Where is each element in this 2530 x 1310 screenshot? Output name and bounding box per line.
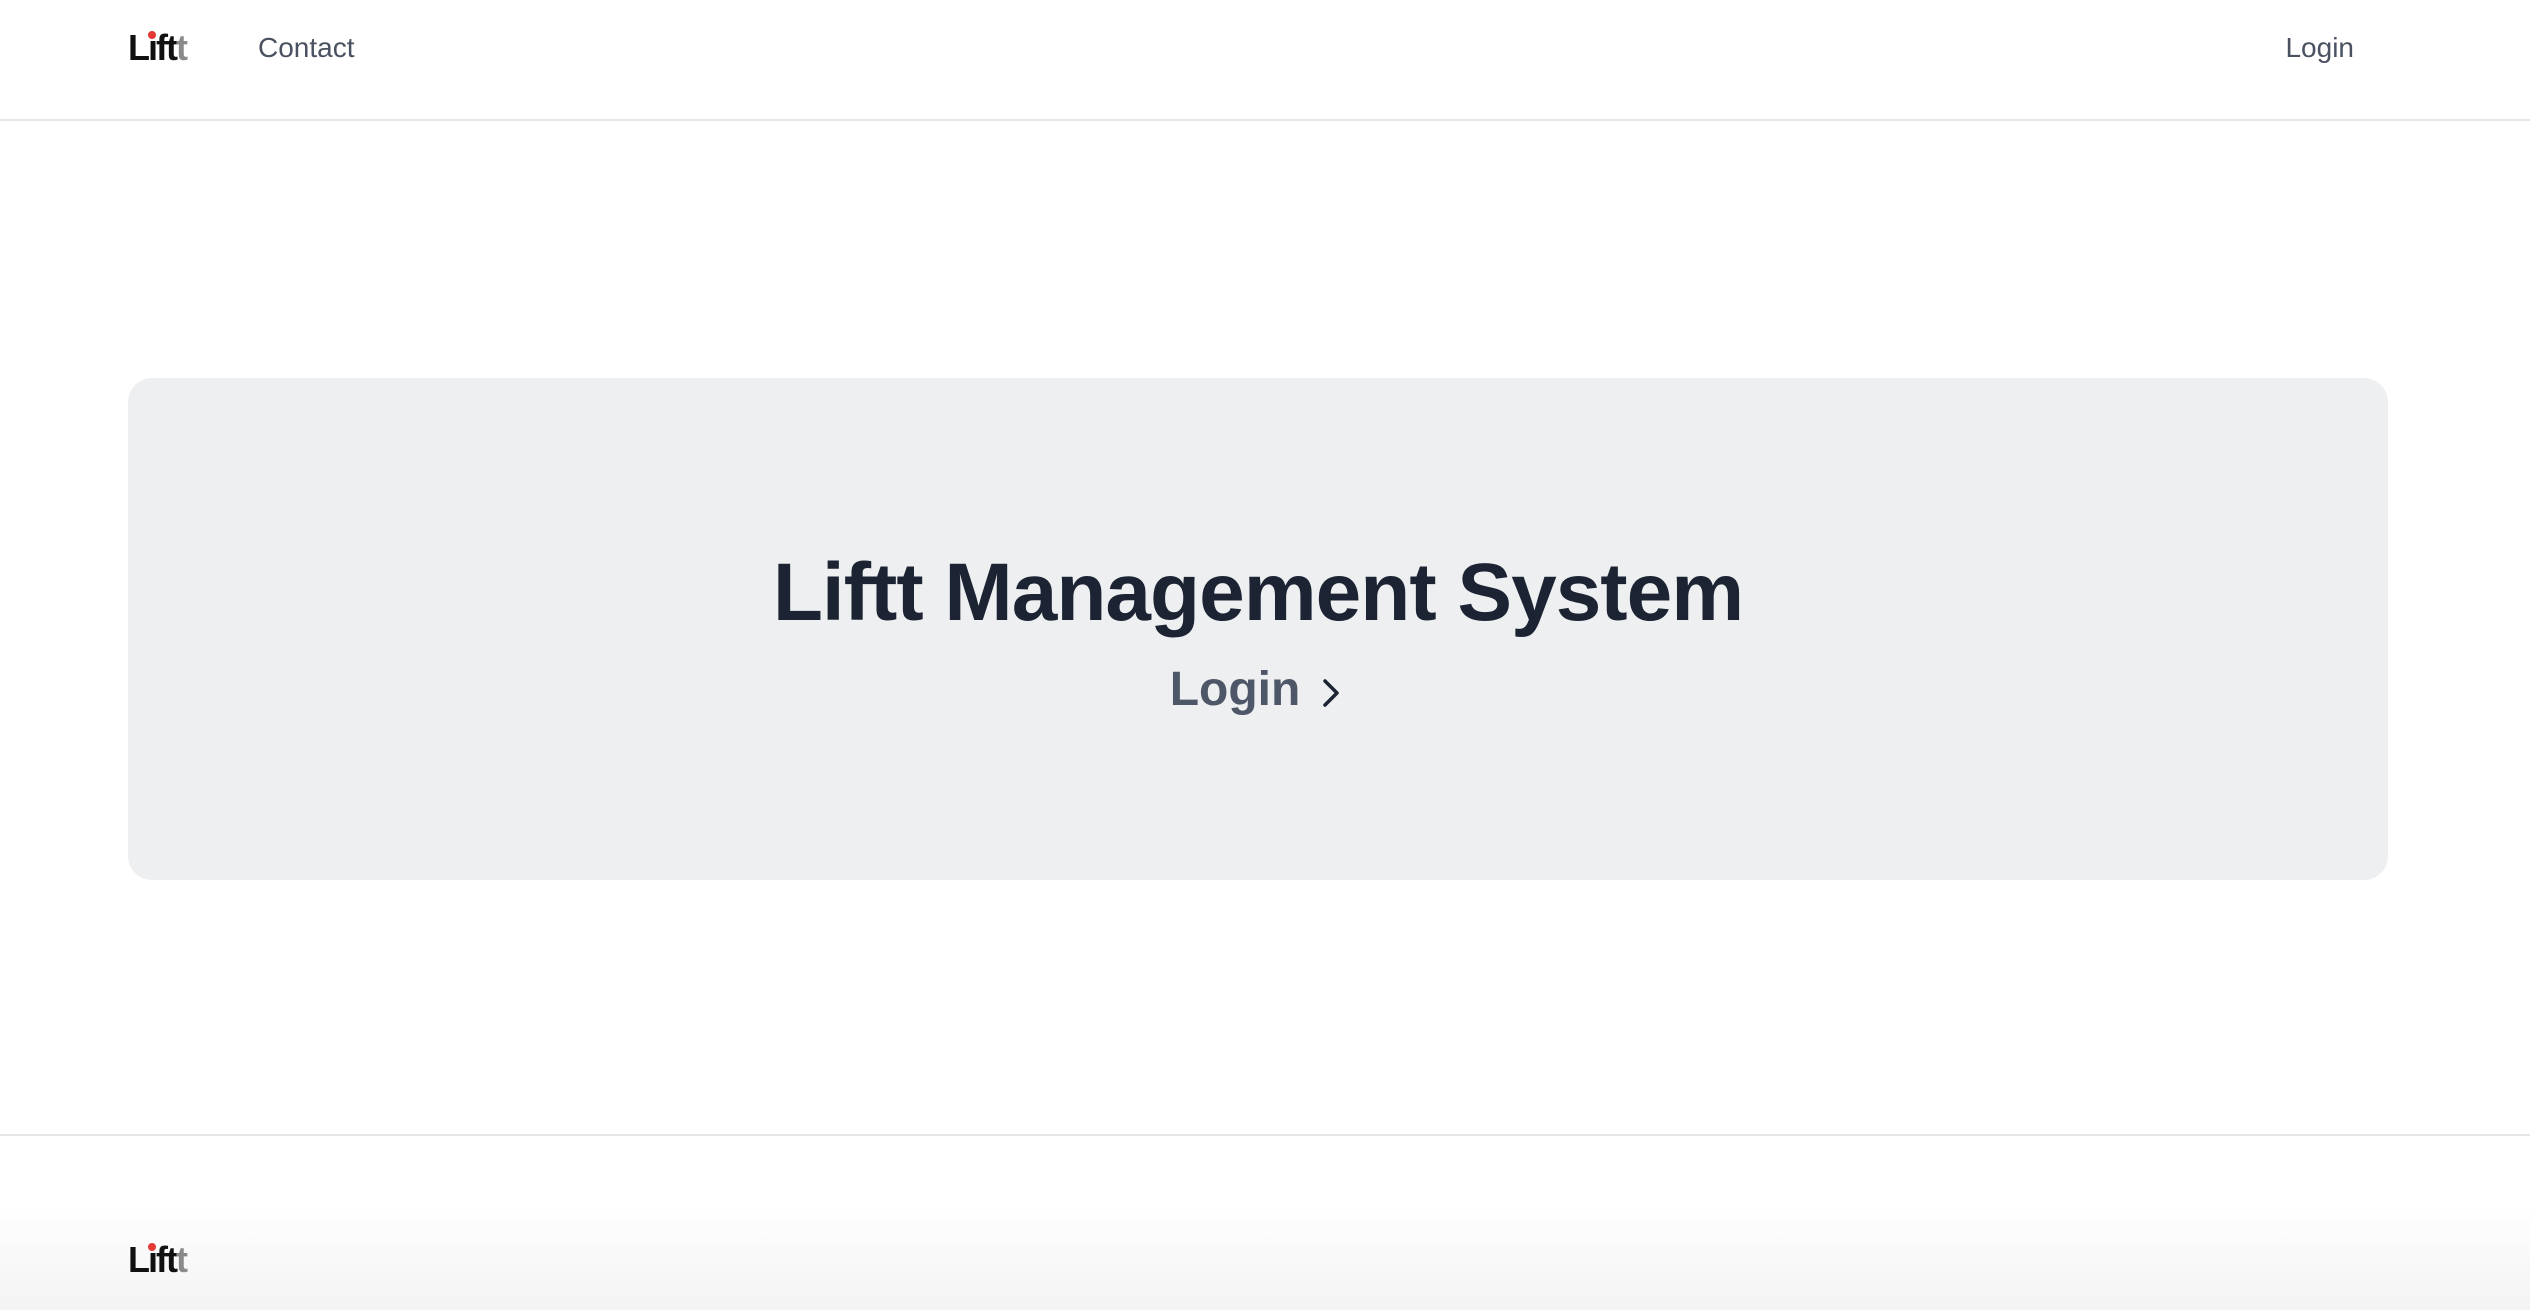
logo-red-dot xyxy=(148,31,156,39)
top-navbar: Lıftt Contact Login xyxy=(0,0,2530,121)
hero-login-label: Login xyxy=(1169,663,1301,716)
nav-login-link[interactable]: Login xyxy=(2285,32,2354,64)
nav-contact-link[interactable]: Contact xyxy=(258,32,355,64)
brand-logo[interactable]: Lıftt xyxy=(128,30,188,66)
page-title: Liftt Management System xyxy=(772,547,1744,638)
hero-banner: Liftt Management System Login xyxy=(128,378,2388,880)
page: Lıftt Contact Login Liftt Management Sys… xyxy=(0,0,2530,1310)
footer-brand-logo[interactable]: Lıftt xyxy=(128,1242,188,1278)
hero-login-button[interactable]: Login xyxy=(128,662,2388,717)
logo-red-dot xyxy=(148,1243,156,1251)
footer-divider xyxy=(0,1134,2530,1136)
chevron-right-icon xyxy=(1323,678,1340,707)
